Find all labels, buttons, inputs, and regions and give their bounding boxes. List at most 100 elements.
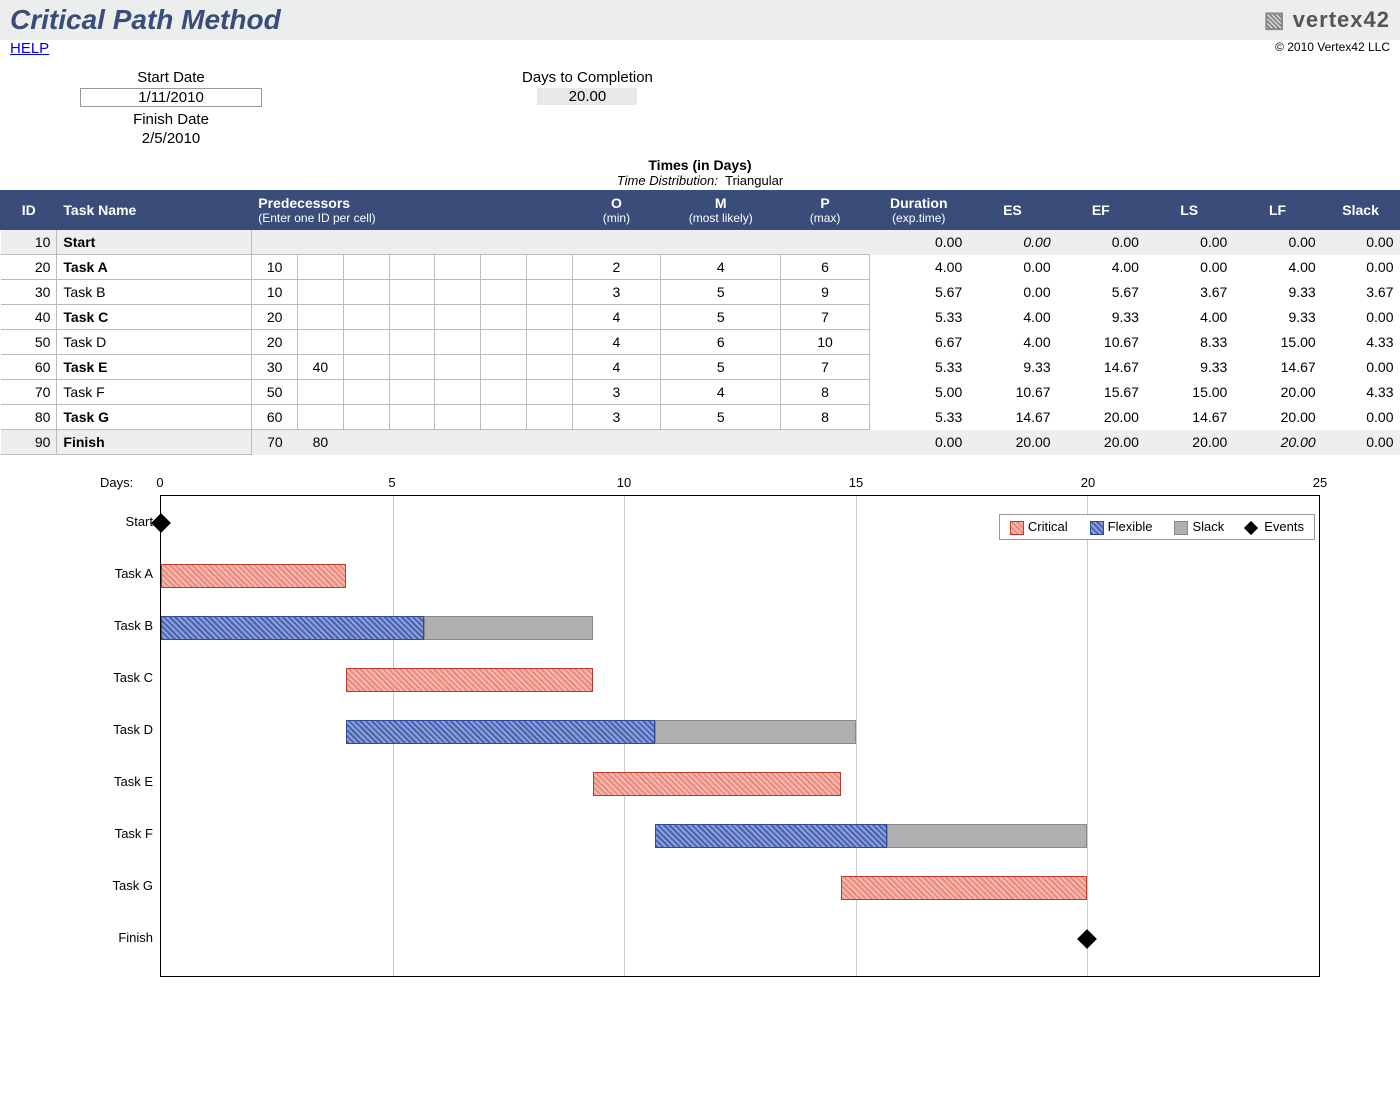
cell-taskname[interactable]: Task F	[57, 380, 252, 405]
cell-pred[interactable]	[435, 430, 481, 455]
cell-pred[interactable]	[481, 405, 527, 430]
cell-pred[interactable]	[481, 330, 527, 355]
cell-o[interactable]: 4	[572, 305, 660, 330]
cell-p[interactable]: 7	[781, 355, 869, 380]
cell-id[interactable]: 60	[1, 355, 57, 380]
cell-p[interactable]: 7	[781, 305, 869, 330]
cell-pred[interactable]	[298, 305, 344, 330]
cell-pred[interactable]	[298, 255, 344, 280]
cell-pred[interactable]	[298, 405, 344, 430]
cell-o[interactable]	[572, 430, 660, 455]
cell-p[interactable]: 9	[781, 280, 869, 305]
cell-taskname[interactable]: Task E	[57, 355, 252, 380]
cell-pred[interactable]	[343, 230, 389, 255]
cell-pred[interactable]	[389, 380, 435, 405]
cell-m[interactable]: 6	[661, 330, 781, 355]
cell-taskname[interactable]: Start	[57, 230, 252, 255]
cell-pred[interactable]	[526, 430, 572, 455]
cell-o[interactable]: 4	[572, 330, 660, 355]
start-date-input[interactable]: 1/11/2010	[80, 88, 262, 107]
cell-id[interactable]: 40	[1, 305, 57, 330]
cell-pred[interactable]	[526, 305, 572, 330]
cell-p[interactable]: 6	[781, 255, 869, 280]
help-link[interactable]: HELP	[10, 40, 49, 57]
cell-p[interactable]	[781, 430, 869, 455]
cell-pred[interactable]	[389, 280, 435, 305]
cell-pred[interactable]	[343, 330, 389, 355]
cell-pred[interactable]: 70	[252, 430, 298, 455]
cell-pred[interactable]	[389, 355, 435, 380]
cell-pred[interactable]	[526, 280, 572, 305]
cell-pred[interactable]	[252, 230, 298, 255]
cell-pred[interactable]	[435, 380, 481, 405]
cell-pred[interactable]	[526, 405, 572, 430]
cell-m[interactable]: 5	[661, 280, 781, 305]
cell-m[interactable]: 4	[661, 255, 781, 280]
cell-pred[interactable]	[435, 305, 481, 330]
cell-pred[interactable]	[481, 430, 527, 455]
cell-pred[interactable]: 40	[298, 355, 344, 380]
cell-pred[interactable]	[435, 280, 481, 305]
cell-pred[interactable]: 20	[252, 330, 298, 355]
cell-m[interactable]	[661, 230, 781, 255]
cell-pred[interactable]	[435, 230, 481, 255]
cell-id[interactable]: 10	[1, 230, 57, 255]
cell-pred[interactable]	[481, 280, 527, 305]
cell-m[interactable]: 5	[661, 355, 781, 380]
cell-pred[interactable]	[435, 405, 481, 430]
cell-pred[interactable]	[435, 355, 481, 380]
cell-pred[interactable]	[343, 355, 389, 380]
cell-taskname[interactable]: Task A	[57, 255, 252, 280]
cell-id[interactable]: 30	[1, 280, 57, 305]
cell-pred[interactable]: 10	[252, 280, 298, 305]
cell-o[interactable]: 4	[572, 355, 660, 380]
cell-pred[interactable]	[343, 380, 389, 405]
cell-pred[interactable]	[389, 330, 435, 355]
cell-pred[interactable]	[343, 430, 389, 455]
cell-pred[interactable]	[298, 330, 344, 355]
cell-m[interactable]: 4	[661, 380, 781, 405]
cell-pred[interactable]	[298, 230, 344, 255]
cell-pred[interactable]	[481, 305, 527, 330]
cell-pred[interactable]	[389, 230, 435, 255]
cell-pred[interactable]	[481, 255, 527, 280]
cell-o[interactable]: 3	[572, 280, 660, 305]
cell-id[interactable]: 90	[1, 430, 57, 455]
cell-pred[interactable]	[481, 355, 527, 380]
cell-taskname[interactable]: Task C	[57, 305, 252, 330]
cell-pred[interactable]	[389, 405, 435, 430]
cell-pred[interactable]: 30	[252, 355, 298, 380]
cell-pred[interactable]	[343, 305, 389, 330]
cell-pred[interactable]	[481, 230, 527, 255]
cell-pred[interactable]	[389, 305, 435, 330]
cell-o[interactable]: 3	[572, 380, 660, 405]
cell-taskname[interactable]: Task D	[57, 330, 252, 355]
cell-taskname[interactable]: Task B	[57, 280, 252, 305]
cell-id[interactable]: 80	[1, 405, 57, 430]
cell-id[interactable]: 20	[1, 255, 57, 280]
cell-taskname[interactable]: Finish	[57, 430, 252, 455]
cell-pred[interactable]	[526, 355, 572, 380]
cell-pred[interactable]	[526, 255, 572, 280]
cell-o[interactable]: 3	[572, 405, 660, 430]
cell-pred[interactable]: 20	[252, 305, 298, 330]
cell-o[interactable]	[572, 230, 660, 255]
cell-pred[interactable]: 60	[252, 405, 298, 430]
cell-pred[interactable]	[298, 380, 344, 405]
cell-p[interactable]: 8	[781, 380, 869, 405]
cell-m[interactable]: 5	[661, 305, 781, 330]
cell-pred[interactable]: 50	[252, 380, 298, 405]
cell-p[interactable]	[781, 230, 869, 255]
cell-pred[interactable]	[435, 255, 481, 280]
cell-pred[interactable]	[481, 380, 527, 405]
cell-taskname[interactable]: Task G	[57, 405, 252, 430]
cell-pred[interactable]	[343, 405, 389, 430]
cell-id[interactable]: 70	[1, 380, 57, 405]
cell-pred[interactable]	[526, 230, 572, 255]
cell-pred[interactable]	[435, 330, 481, 355]
cell-m[interactable]: 5	[661, 405, 781, 430]
cell-p[interactable]: 8	[781, 405, 869, 430]
cell-pred[interactable]	[526, 330, 572, 355]
cell-o[interactable]: 2	[572, 255, 660, 280]
cell-pred[interactable]	[343, 280, 389, 305]
